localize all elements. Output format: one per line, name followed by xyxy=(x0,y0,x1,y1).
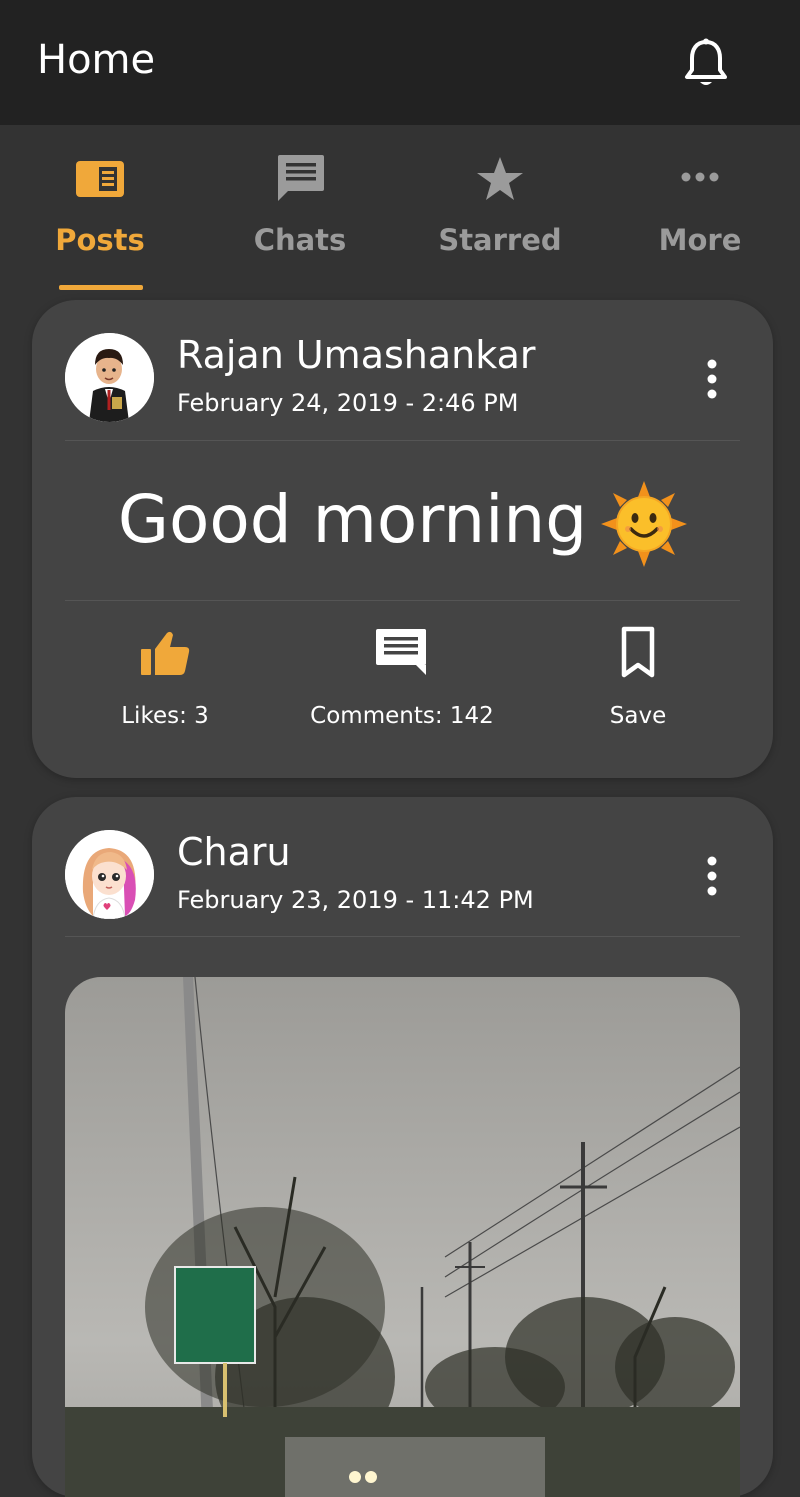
comments-count: Comments: 142 xyxy=(310,703,494,729)
avatar-girl-image xyxy=(65,830,154,919)
chat-icon xyxy=(278,155,324,201)
road-photo-image xyxy=(65,977,740,1497)
bookmark-icon xyxy=(621,626,655,678)
save-label: Save xyxy=(609,703,667,729)
more-vertical-icon[interactable] xyxy=(704,855,720,897)
sun-face-icon xyxy=(601,480,688,567)
post-author[interactable]: Rajan Umashankar xyxy=(177,332,535,378)
tab-chats[interactable]: Chats xyxy=(200,125,400,300)
comments-button[interactable]: Comments: 142 xyxy=(302,625,502,729)
more-horizontal-icon xyxy=(681,172,719,182)
comment-icon xyxy=(376,629,426,675)
star-icon xyxy=(477,157,523,200)
post-date: February 24, 2019 - 2:46 PM xyxy=(177,389,519,417)
post-image[interactable] xyxy=(65,977,740,1497)
post-date: February 23, 2019 - 11:42 PM xyxy=(177,886,534,914)
divider xyxy=(65,600,740,601)
tab-label: More xyxy=(658,223,742,257)
active-tab-indicator xyxy=(59,285,143,290)
post-card: Rajan Umashankar February 24, 2019 - 2:4… xyxy=(32,300,773,778)
tab-starred[interactable]: Starred xyxy=(400,125,600,300)
post-text: Good morning xyxy=(32,480,773,567)
tab-label: Posts xyxy=(55,223,145,257)
like-button[interactable]: Likes: 3 xyxy=(65,625,265,729)
bell-icon[interactable] xyxy=(684,38,728,90)
news-icon xyxy=(76,161,124,197)
tab-bar: Posts Chats Starred More xyxy=(0,125,800,300)
divider xyxy=(65,936,740,937)
tab-more[interactable]: More xyxy=(600,125,800,300)
post-author[interactable]: Charu xyxy=(177,829,291,875)
save-button[interactable]: Save xyxy=(538,625,738,729)
page-title: Home xyxy=(37,37,156,83)
post-card: Charu February 23, 2019 - 11:42 PM xyxy=(32,797,773,1497)
avatar-man-image xyxy=(65,333,154,422)
tab-label: Starred xyxy=(438,223,562,257)
avatar[interactable] xyxy=(65,333,154,422)
tab-posts[interactable]: Posts xyxy=(0,125,200,300)
tab-label: Chats xyxy=(253,223,347,257)
more-vertical-icon[interactable] xyxy=(704,358,720,400)
divider xyxy=(65,440,740,441)
post-text-content: Good morning xyxy=(117,481,588,558)
app-bar: Home xyxy=(0,0,800,125)
avatar[interactable] xyxy=(65,830,154,919)
thumbs-up-icon xyxy=(141,631,190,675)
likes-count: Likes: 3 xyxy=(121,703,209,729)
